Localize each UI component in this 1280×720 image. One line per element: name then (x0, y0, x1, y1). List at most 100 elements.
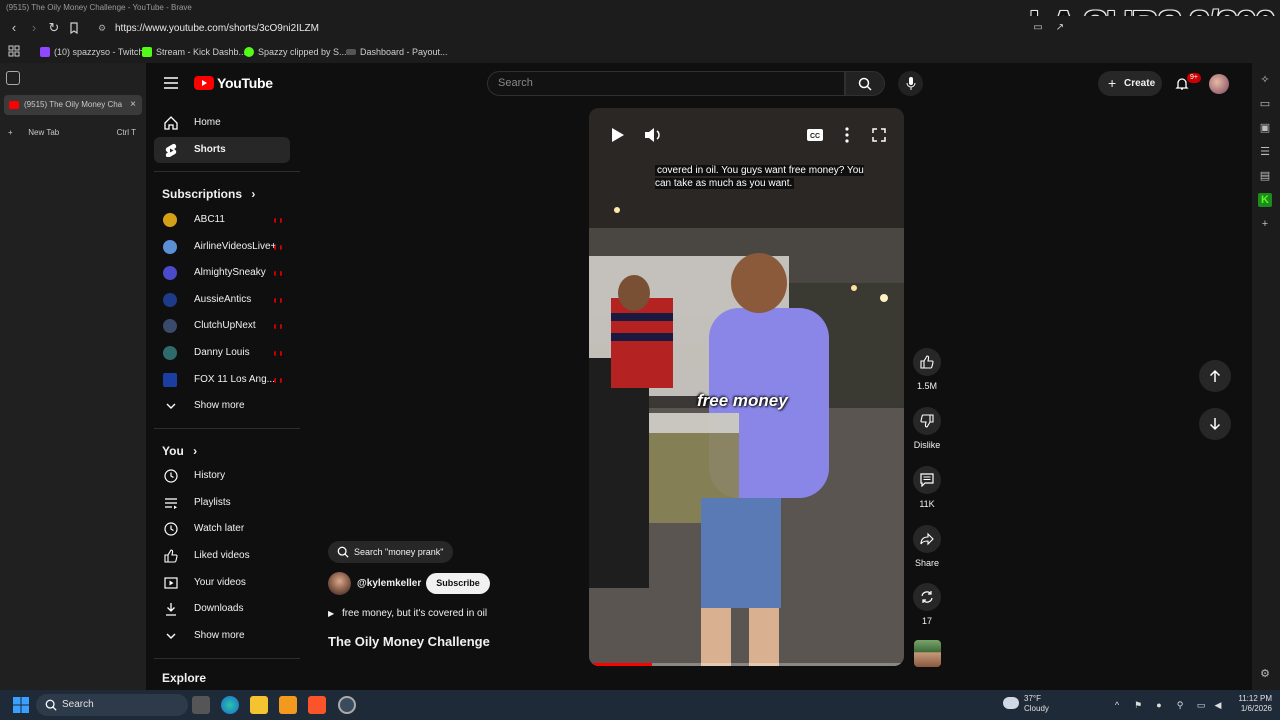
video-description[interactable]: ▶ free money, but it's covered in oil (328, 608, 487, 619)
bookmark-kick[interactable]: Stream - Kick Dashb... (142, 45, 246, 59)
address-bar-row: ‹ › ↻ ⚙ https://www.youtube.com/shorts/3… (0, 16, 1280, 41)
weather-widget[interactable]: 37°F Cloudy (1024, 694, 1049, 714)
live-indicator-icon (274, 378, 282, 383)
subscription-item-danny-louis[interactable]: Danny Louis (154, 340, 290, 366)
tab-youtube-active[interactable]: (9515) The Oily Money Cha × (4, 95, 142, 115)
guide-item-label: Liked videos (194, 550, 250, 561)
bookmarks-panel-icon[interactable]: ▤ (1258, 169, 1272, 183)
settings-gear-icon[interactable]: ⚙ (1258, 667, 1272, 681)
bookmark-clipped[interactable]: Spazzy clipped by S... (244, 45, 347, 59)
kick-panel-icon[interactable]: K (1258, 193, 1272, 207)
search-suggestion-chip[interactable]: Search "money prank" (328, 541, 454, 563)
reading-list-icon[interactable]: ☰ (1258, 145, 1272, 159)
system-clock[interactable]: 11:12 PM 1/6/2026 (1228, 694, 1272, 714)
like-button[interactable]: 1.5M (913, 348, 941, 391)
channel-name[interactable]: @kylemkeller (357, 578, 421, 589)
search-icon (858, 77, 872, 91)
guide-item-your-videos[interactable]: Your videos (154, 570, 290, 596)
guide-item-liked-videos[interactable]: Liked videos (154, 543, 290, 569)
back-icon[interactable]: ‹ (6, 20, 22, 36)
comments-button[interactable]: 11K (913, 466, 941, 509)
guide-item-watch-later[interactable]: Watch later (154, 516, 290, 542)
history-icon (164, 469, 178, 483)
search-input[interactable]: Search (487, 71, 845, 96)
share-page-icon[interactable]: ↗ (1052, 20, 1068, 36)
edge-icon[interactable] (221, 696, 239, 714)
wallet-icon[interactable]: ▣ (1258, 121, 1272, 135)
subscription-item-aussieantics[interactable]: AussieAntics (154, 287, 290, 313)
remix-button[interactable]: 17 (913, 583, 941, 626)
search-button[interactable] (845, 71, 885, 96)
windows-start-icon[interactable] (13, 697, 29, 713)
media-icon[interactable]: ▭ (1258, 97, 1272, 111)
volume-button[interactable] (640, 122, 666, 148)
close-tab-icon[interactable]: × (130, 95, 136, 115)
subscribe-button[interactable]: Subscribe (426, 573, 490, 594)
brave-icon[interactable] (308, 696, 326, 714)
guide-item-downloads[interactable]: Downloads (154, 596, 290, 622)
subscriptions-title: Subscriptions (162, 187, 243, 201)
apps-grid-icon[interactable] (8, 45, 20, 57)
reload-icon[interactable]: ↻ (46, 20, 62, 36)
fullscreen-button[interactable] (866, 122, 892, 148)
url-field[interactable]: ⚙ https://www.youtube.com/shorts/3cO9ni2… (92, 18, 1052, 39)
site-info-icon[interactable]: ⚙ (98, 18, 106, 39)
guide-item-home[interactable]: Home (154, 110, 290, 136)
bookmark-dashboard[interactable]: Dashboard - Payout... (346, 45, 448, 59)
task-view-icon[interactable] (192, 696, 210, 714)
obs-icon[interactable] (338, 696, 356, 714)
file-explorer-icon[interactable] (250, 696, 268, 714)
captions-button[interactable]: CC (802, 122, 828, 148)
guide-item-playlists[interactable]: Playlists (154, 490, 290, 516)
play-button[interactable] (604, 122, 630, 148)
new-tab-button[interactable]: + New Tab Ctrl T (8, 125, 138, 141)
thumbs-up-icon (920, 355, 934, 369)
create-button[interactable]: + Create (1098, 71, 1162, 96)
show-more-subscriptions-button[interactable]: Show more (154, 393, 290, 419)
forward-icon[interactable]: › (26, 20, 42, 36)
guide-item-shorts[interactable]: Shorts (154, 137, 290, 163)
you-heading[interactable]: You › (162, 444, 197, 458)
menu-hamburger-icon[interactable] (164, 77, 178, 89)
video-captions: covered in oil. You guys want free money… (655, 164, 875, 190)
chevron-right-icon: › (193, 444, 198, 458)
chevron-up-icon[interactable]: ^ (1111, 699, 1123, 711)
subscription-item-almightysneaky[interactable]: AlmightySneaky (154, 260, 290, 286)
shorts-video-player[interactable]: CC covered in oil. You guys want free mo… (589, 108, 904, 666)
more-options-button[interactable] (834, 122, 860, 148)
tray-app-icon[interactable]: ● (1153, 699, 1165, 711)
cast-icon[interactable]: ▭ (1030, 20, 1046, 36)
subscription-item-clutchupnext[interactable]: ClutchUpNext (154, 313, 290, 339)
subscription-item-abc11[interactable]: ABC11 (154, 207, 290, 233)
account-avatar[interactable] (1209, 74, 1229, 94)
next-short-button[interactable] (1199, 408, 1231, 440)
app-icon[interactable] (279, 696, 297, 714)
video-progress-bar[interactable] (589, 663, 904, 666)
url-text: https://www.youtube.com/shorts/3cO9ni2IL… (115, 23, 319, 34)
subscription-item-airlinevideoslive[interactable]: AirlineVideosLive+ (154, 234, 290, 260)
network-icon[interactable]: ▭ (1195, 699, 1207, 711)
dislike-circle (913, 407, 941, 435)
bookmark-twitch[interactable]: (10) spazzyso - Twitch (40, 45, 143, 59)
subscription-item-fox11[interactable]: FOX 11 Los Ang... (154, 367, 290, 393)
mic-tray-icon[interactable]: ⚲ (1174, 699, 1186, 711)
bookmark-icon[interactable] (66, 20, 82, 36)
youtube-logo[interactable]: YouTube (194, 75, 273, 91)
tray-app-icon[interactable]: ⚑ (1132, 699, 1144, 711)
leo-ai-icon[interactable]: ✧ (1258, 73, 1272, 87)
share-button[interactable]: Share (913, 525, 941, 568)
sidebar-toggle-icon[interactable] (6, 71, 20, 85)
taskbar-search[interactable]: Search (36, 694, 188, 716)
show-more-you-button[interactable]: Show more (154, 623, 290, 649)
subscriptions-heading[interactable]: Subscriptions › (162, 187, 255, 201)
guide-item-history[interactable]: History (154, 463, 290, 489)
voice-search-button[interactable] (898, 71, 923, 96)
video-title[interactable]: The Oily Money Challenge (328, 634, 490, 649)
add-panel-icon[interactable]: + (1258, 217, 1272, 231)
previous-short-button[interactable] (1199, 360, 1231, 392)
video-progress-fill (589, 663, 652, 666)
sound-thumbnail[interactable] (914, 640, 941, 667)
channel-avatar[interactable] (328, 572, 351, 595)
volume-tray-icon[interactable]: ◀ (1212, 699, 1224, 711)
dislike-button[interactable]: Dislike (913, 407, 941, 450)
